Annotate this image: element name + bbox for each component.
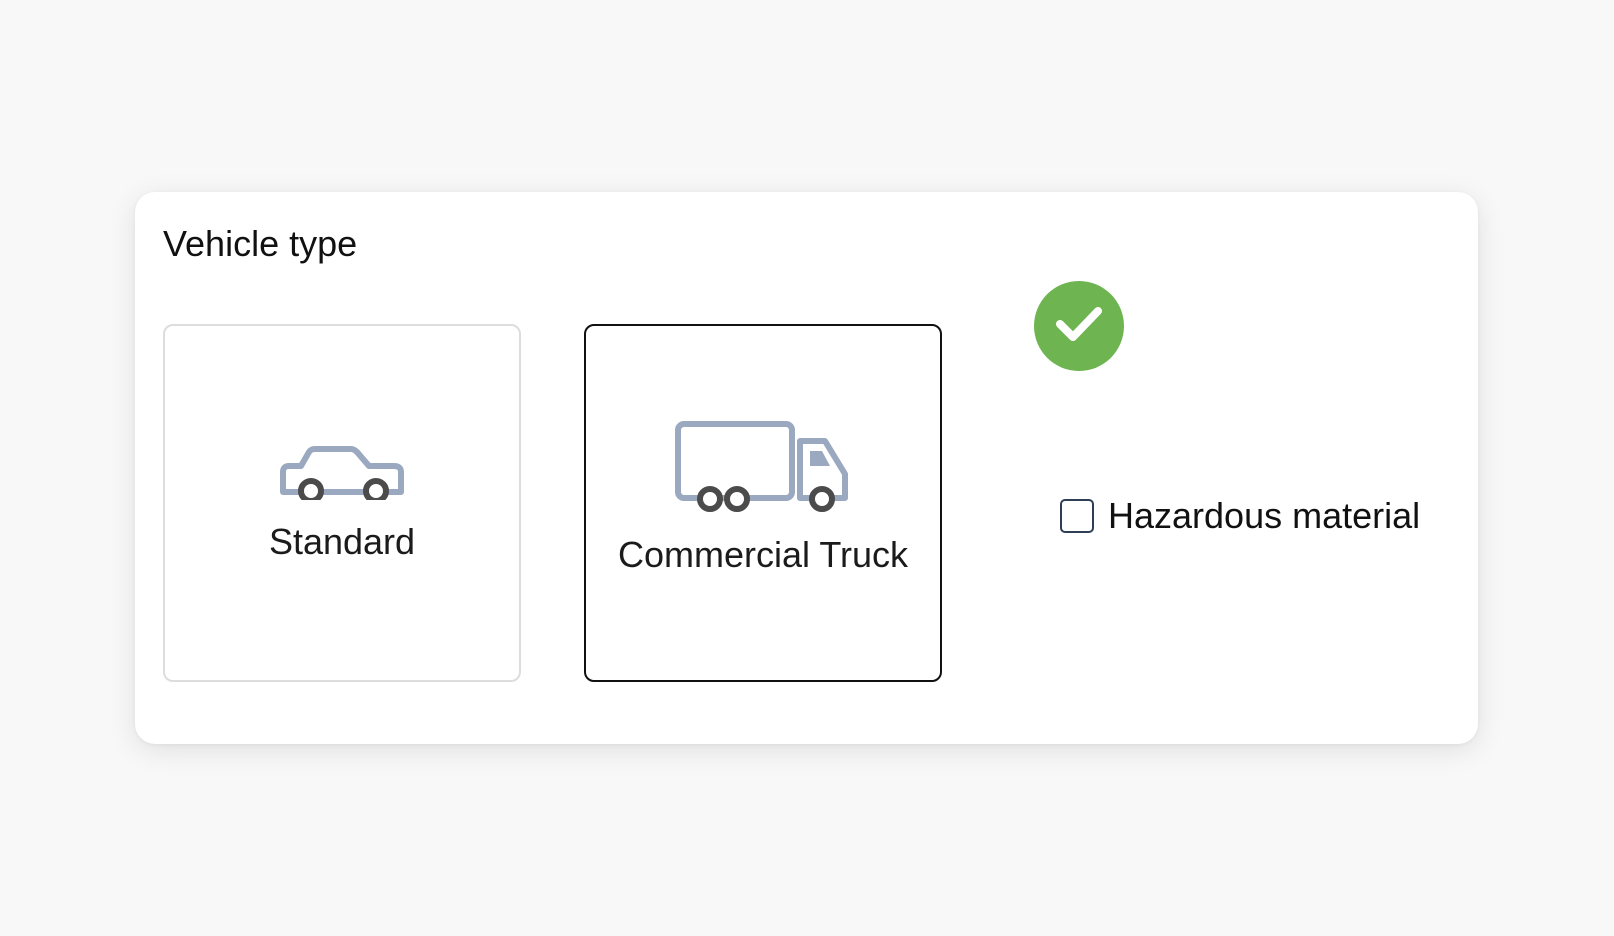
vehicle-option-commercial-truck[interactable]: Commercial Truck	[584, 324, 942, 682]
truck-icon	[673, 419, 853, 520]
vehicle-option-standard[interactable]: Standard	[163, 324, 521, 682]
hazardous-material-label: Hazardous material	[1108, 495, 1421, 536]
vehicle-option-label: Standard	[268, 521, 416, 562]
hazardous-material-option[interactable]: Hazardous material	[1060, 498, 1420, 534]
selected-check-badge	[1034, 281, 1124, 371]
section-title: Vehicle type	[163, 223, 358, 264]
vehicle-type-panel: Vehicle type Standard Commercial Truck H…	[135, 192, 1478, 744]
car-icon	[279, 434, 405, 505]
checkmark-icon	[1056, 306, 1102, 347]
vehicle-option-label: Commercial Truck	[617, 534, 909, 575]
hazardous-material-checkbox[interactable]	[1060, 499, 1094, 533]
